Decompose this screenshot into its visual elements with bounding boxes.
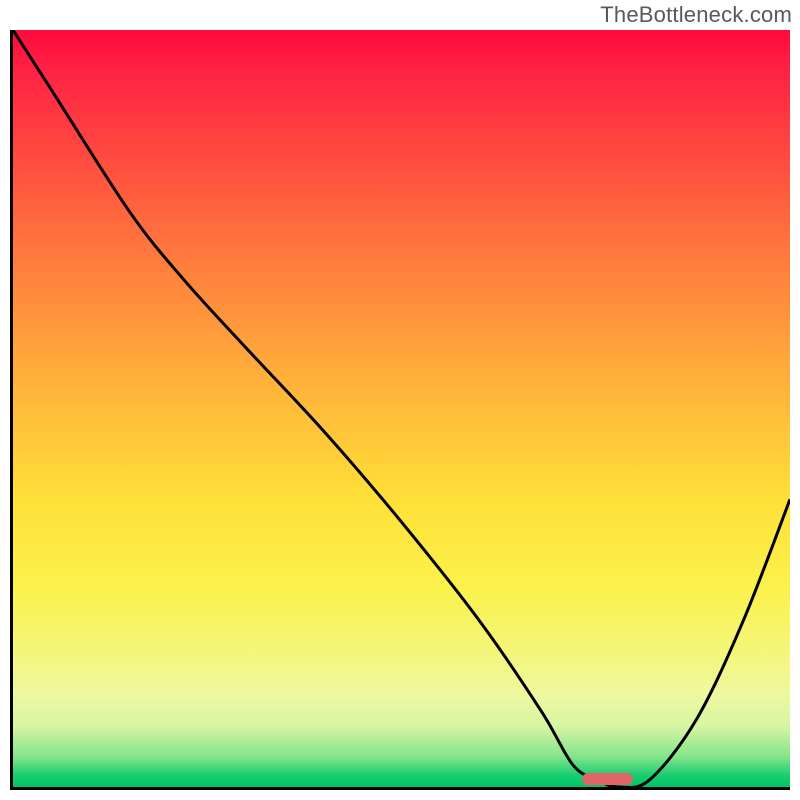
- watermark-label: TheBottleneck.com: [600, 2, 792, 28]
- chart-plot-area: [10, 30, 790, 790]
- optimal-range-marker: [582, 773, 633, 785]
- bottleneck-curve-svg: [13, 30, 790, 787]
- bottleneck-curve-path: [13, 30, 790, 787]
